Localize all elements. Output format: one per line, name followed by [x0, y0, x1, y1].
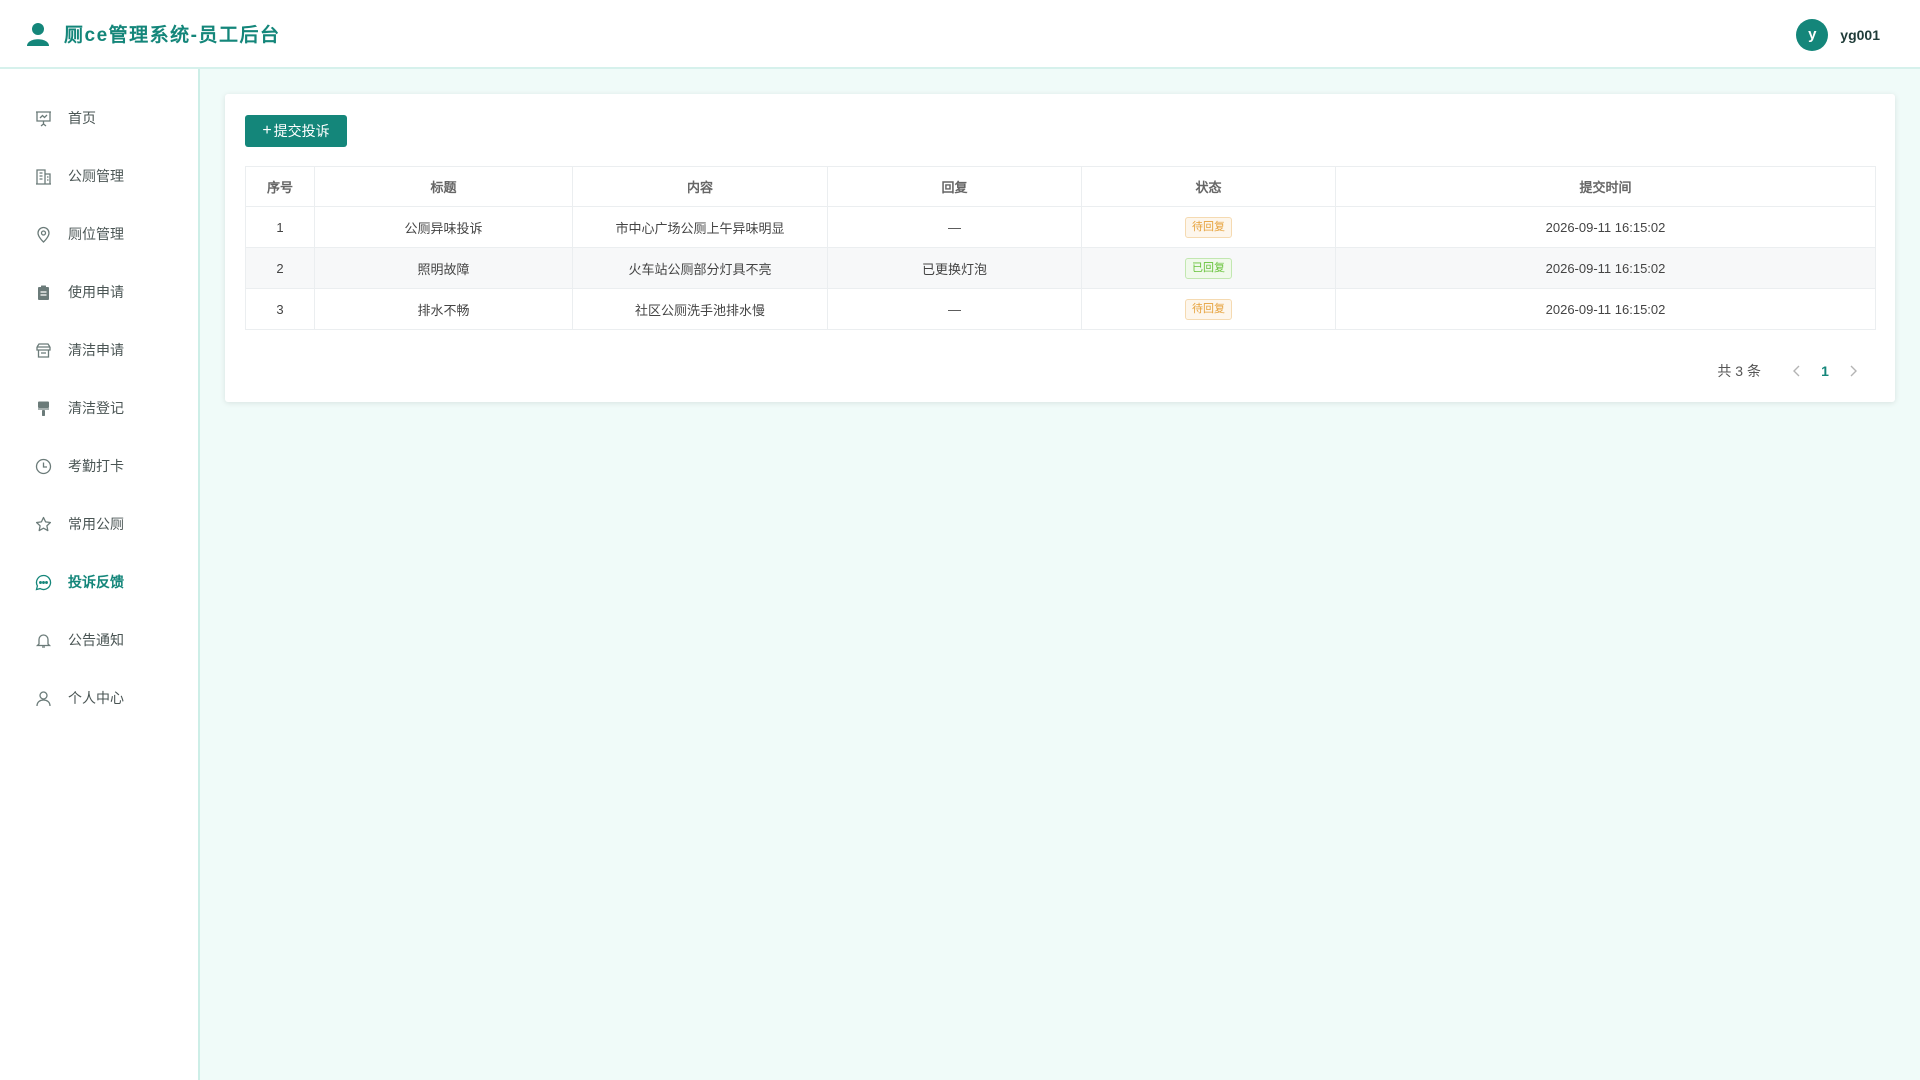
cell-time: 2026-09-11 16:15:02: [1335, 288, 1876, 330]
sidebar-item-home[interactable]: 首页: [0, 89, 198, 147]
cell-status: 已回复: [1081, 247, 1336, 289]
sidebar-item-attendance[interactable]: 考勤打卡: [0, 437, 198, 495]
cell-title: 公厕异味投诉: [314, 206, 573, 248]
app-title: 厕ce管理系统-员工后台: [64, 25, 281, 46]
pagination: 共 3 条 1: [1717, 356, 1865, 386]
cell-content: 社区公厕洗手池排水慢: [572, 288, 828, 330]
sidebar-item-label: 清洁申请: [68, 342, 124, 358]
prev-page-button[interactable]: [1785, 359, 1809, 383]
brush-icon: [34, 399, 52, 417]
table-row[interactable]: 2 照明故障 火车站公厕部分灯具不亮 已更换灯泡 已回复 2026-09-11 …: [245, 247, 1876, 289]
sidebar-item-label: 清洁登记: [68, 400, 124, 416]
pagination-total: 共 3 条: [1717, 363, 1761, 379]
chat-icon: [34, 573, 52, 591]
table-row[interactable]: 1 公厕异味投诉 市中心广场公厕上午异味明显 — 待回复 2026-09-11 …: [245, 206, 1876, 248]
sidebar-item-label: 考勤打卡: [68, 458, 124, 474]
cell-status: 待回复: [1081, 206, 1336, 248]
sidebar-item-toilet-management[interactable]: 公厕管理: [0, 147, 198, 205]
sidebar-item-label: 公告通知: [68, 632, 124, 648]
column-header-title: 标题: [314, 166, 573, 207]
cell-index: 2: [245, 247, 315, 289]
table-row[interactable]: 3 排水不畅 社区公厕洗手池排水慢 — 待回复 2026-09-11 16:15…: [245, 288, 1876, 330]
sidebar-item-profile[interactable]: 个人中心: [0, 669, 198, 727]
clipboard-icon: [34, 283, 52, 301]
top-header: 厕ce管理系统-员工后台 y yg001: [0, 0, 1920, 69]
column-header-content: 内容: [572, 166, 828, 207]
cell-reply: —: [827, 288, 1082, 330]
bell-icon: [34, 631, 52, 649]
sidebar-item-announcements[interactable]: 公告通知: [0, 611, 198, 669]
page-number-current[interactable]: 1: [1809, 363, 1841, 379]
cell-title: 照明故障: [314, 247, 573, 289]
cell-content: 火车站公厕部分灯具不亮: [572, 247, 828, 289]
column-header-index: 序号: [245, 166, 315, 207]
sidebar-item-usage-application[interactable]: 使用申请: [0, 263, 198, 321]
sidebar: 首页 公厕管理 厕位管理 使用申请 清洁申请 清洁登记 考勤打卡 常用公厕 投诉…: [0, 69, 200, 1080]
cell-content: 市中心广场公厕上午异味明显: [572, 206, 828, 248]
user-icon: [34, 689, 52, 707]
sidebar-item-cleaning-application[interactable]: 清洁申请: [0, 321, 198, 379]
presentation-icon: [34, 109, 52, 127]
sidebar-item-label: 使用申请: [68, 284, 124, 300]
cell-title: 排水不畅: [314, 288, 573, 330]
cell-index: 1: [245, 206, 315, 248]
cell-time: 2026-09-11 16:15:02: [1335, 247, 1876, 289]
cell-status: 待回复: [1081, 288, 1336, 330]
sidebar-item-stall-management[interactable]: 厕位管理: [0, 205, 198, 263]
complaints-card: + 提交投诉 序号 标题 内容 回复 状态 提交时间 1 公厕异味投诉 市中心广…: [225, 94, 1895, 402]
avatar[interactable]: y: [1796, 18, 1829, 51]
sidebar-item-label: 常用公厕: [68, 516, 124, 532]
column-header-status: 状态: [1081, 166, 1336, 207]
sidebar-item-favorite-toilets[interactable]: 常用公厕: [0, 495, 198, 553]
column-header-time: 提交时间: [1335, 166, 1876, 207]
sidebar-item-label: 公厕管理: [68, 168, 124, 184]
submit-complaint-button[interactable]: + 提交投诉: [245, 115, 347, 147]
chevron-right-icon: [1850, 365, 1857, 377]
building-icon: [34, 167, 52, 185]
user-icon: [26, 21, 50, 47]
user-menu[interactable]: y yg001: [1796, 0, 1880, 69]
status-badge: 待回复: [1185, 298, 1232, 320]
location-pin-icon: [34, 225, 52, 243]
box-icon: [34, 341, 52, 359]
cell-reply: 已更换灯泡: [827, 247, 1082, 289]
sidebar-item-cleaning-record[interactable]: 清洁登记: [0, 379, 198, 437]
sidebar-item-label: 厕位管理: [68, 226, 124, 242]
sidebar-item-complaints[interactable]: 投诉反馈: [0, 553, 198, 611]
status-badge: 待回复: [1185, 216, 1232, 238]
chevron-left-icon: [1793, 365, 1800, 377]
cell-index: 3: [245, 288, 315, 330]
next-page-button[interactable]: [1841, 359, 1865, 383]
username[interactable]: yg001: [1840, 27, 1880, 43]
submit-complaint-label: 提交投诉: [273, 123, 330, 139]
plus-icon: +: [262, 122, 272, 139]
sidebar-item-label: 首页: [68, 110, 96, 126]
cell-reply: —: [827, 206, 1082, 248]
status-badge: 已回复: [1185, 257, 1232, 279]
complaints-table: 序号 标题 内容 回复 状态 提交时间 1 公厕异味投诉 市中心广场公厕上午异味…: [245, 166, 1876, 330]
table-header-row: 序号 标题 内容 回复 状态 提交时间: [245, 166, 1876, 207]
sidebar-item-label: 投诉反馈: [68, 574, 124, 590]
clock-icon: [34, 457, 52, 475]
sidebar-item-label: 个人中心: [68, 690, 124, 706]
column-header-reply: 回复: [827, 166, 1082, 207]
brand: 厕ce管理系统-员工后台: [26, 20, 280, 47]
cell-time: 2026-09-11 16:15:02: [1335, 206, 1876, 248]
star-icon: [34, 515, 52, 533]
